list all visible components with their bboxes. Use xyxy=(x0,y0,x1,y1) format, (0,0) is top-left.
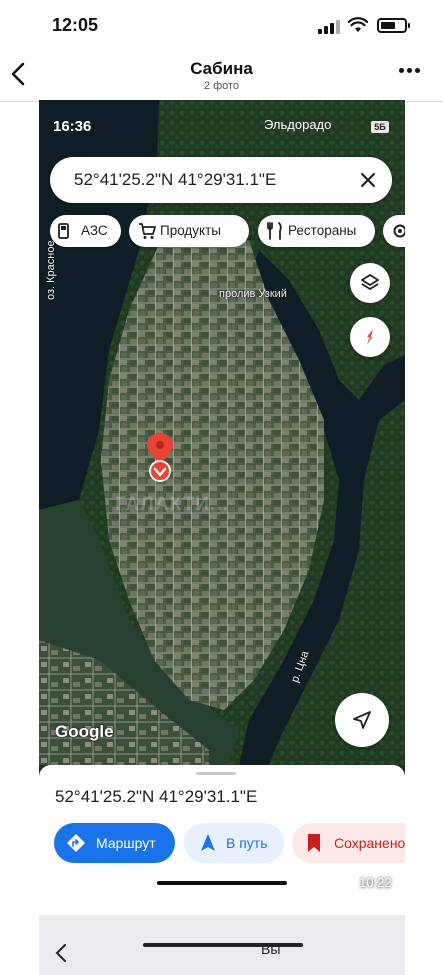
more-options-icon[interactable] xyxy=(399,68,421,78)
start-navigation-button[interactable]: В путь xyxy=(184,823,284,863)
inner-status-badge: 5Б xyxy=(371,121,389,133)
gas-station-icon xyxy=(58,223,69,239)
search-query: 52°41'25.2"N 41°29'31.1"E xyxy=(74,170,277,189)
navigation-arrow-icon xyxy=(353,711,371,729)
photo-second[interactable]: Вы xyxy=(39,915,405,975)
channel-label: пролив Узкий xyxy=(219,288,287,300)
my-location-button[interactable] xyxy=(335,693,389,747)
location-pin-icon xyxy=(147,433,173,482)
chip-more[interactable] xyxy=(383,215,405,247)
saved-button[interactable]: Сохранено xyxy=(292,823,405,863)
compass-icon xyxy=(367,329,373,345)
restaurant-icon xyxy=(267,222,282,240)
navigation-icon xyxy=(201,834,215,851)
inner-status-place: Эльдорадо xyxy=(264,117,332,132)
status-bar: 12:05 xyxy=(0,0,443,50)
photo-map-screenshot[interactable]: 16:36 Эльдорадо 5Б 52°41'25.2"N 41°29'31… xyxy=(39,100,405,895)
inner-status-time: 16:36 xyxy=(53,118,92,135)
close-icon[interactable] xyxy=(358,170,378,190)
cellular-signal-icon xyxy=(318,20,340,34)
google-logo: Google xyxy=(55,722,114,741)
chip-restaurants[interactable]: Рестораны xyxy=(258,215,375,247)
video-timestamp: 10:22 xyxy=(359,875,392,890)
map-search-box[interactable]: 52°41'25.2"N 41°29'31.1"E xyxy=(50,157,392,203)
chip-gas-station[interactable]: АЗС xyxy=(50,215,121,247)
status-time: 12:05 xyxy=(52,15,99,35)
home-indicator xyxy=(157,881,287,885)
back-icon xyxy=(55,944,66,962)
battery-icon xyxy=(377,18,410,33)
category-chips: АЗС Продукты Рестораны xyxy=(50,215,405,247)
nav-bar: Сабина 2 фото xyxy=(0,50,443,102)
sheet-handle[interactable] xyxy=(196,772,236,775)
lake-label: оз. Красное xyxy=(45,240,57,300)
sheet-coordinates: 52°41'25.2"N 41°29'31.1"E xyxy=(55,787,258,806)
layers-icon xyxy=(361,274,379,290)
bookmark-icon xyxy=(308,834,320,852)
watermark: ГАЛАКТИ... xyxy=(115,494,229,515)
layers-button[interactable] xyxy=(350,263,390,303)
chip-groceries[interactable]: Продукты xyxy=(129,215,249,247)
page-title: Сабина xyxy=(190,59,253,78)
route-button[interactable]: Маршрут xyxy=(54,823,175,863)
directions-icon xyxy=(67,834,85,852)
compass-button[interactable] xyxy=(350,317,390,357)
gear-icon xyxy=(393,224,405,238)
wifi-icon xyxy=(348,17,368,32)
partial-title: Вы xyxy=(261,941,281,957)
photo-count: 2 фото xyxy=(203,80,240,92)
place-sheet: 52°41'25.2"N 41°29'31.1"E Маршрут В путь… xyxy=(39,765,405,895)
cart-icon xyxy=(139,223,156,239)
